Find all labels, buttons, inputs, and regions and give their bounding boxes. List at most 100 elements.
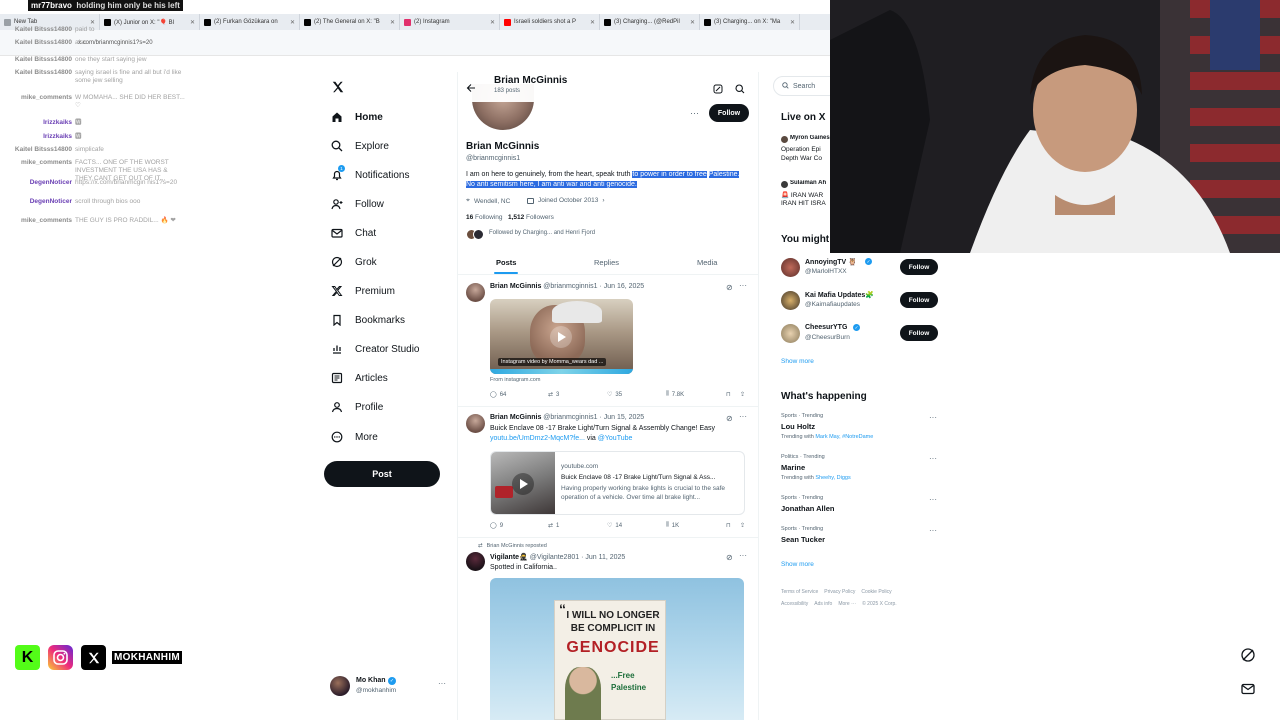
browser-tab[interactable]: (2) Furkan Gözükara on ✕ xyxy=(200,14,300,30)
browser-tab[interactable]: (3) Charging... on X: "Ma ✕ xyxy=(700,14,800,30)
tweet-date[interactable]: Jun 15, 2025 xyxy=(604,414,644,421)
close-tab-icon[interactable]: ✕ xyxy=(90,19,95,26)
footer-link[interactable]: Ads info xyxy=(814,601,832,607)
profile-more-icon[interactable]: ··· xyxy=(690,108,699,118)
tweet-more-icon[interactable]: ··· xyxy=(739,281,747,290)
trend-item[interactable]: Politics · Trending Marine Trending with S… xyxy=(781,454,941,484)
views-button[interactable]: ⫼ 7.8K xyxy=(666,391,684,398)
nav-item-articles[interactable]: Articles xyxy=(331,367,388,389)
tab-posts[interactable]: Posts xyxy=(493,258,519,274)
tweet-link[interactable]: youtu.be/UmDmz2-MqcM?fe... xyxy=(490,435,585,442)
tweet-author-name[interactable]: Brian McGinnis xyxy=(490,283,541,290)
show-more-link[interactable]: Show more xyxy=(781,358,814,365)
follow-suggestion[interactable]: CheesurYTG ✓ @CheesurBurn Follow xyxy=(781,323,941,345)
follow-suggestion[interactable]: AnnoyingTV 🦉 ✓ @MarlolHTXX Follow xyxy=(781,257,941,279)
bookmark-icon[interactable]: ⊓ xyxy=(726,522,731,529)
grok-floating-icon[interactable] xyxy=(1240,647,1256,663)
trend-more-icon[interactable]: ··· xyxy=(929,495,937,504)
account-more-icon[interactable]: ··· xyxy=(438,679,446,688)
share-icon[interactable]: ⇪ xyxy=(740,522,745,529)
back-arrow-icon[interactable] xyxy=(466,80,476,92)
tweet-media-card[interactable]: Instagram video by Momma_wears dad ... xyxy=(490,299,633,374)
tweet-more-icon[interactable]: ··· xyxy=(739,412,747,421)
nav-item-premium[interactable]: Premium xyxy=(331,280,395,302)
grok-icon[interactable]: ⊘ xyxy=(726,414,733,423)
close-tab-icon[interactable]: ✕ xyxy=(390,19,395,26)
suggestion-follow-button[interactable]: Follow xyxy=(900,292,938,308)
footer-link[interactable]: © 2025 X Corp. xyxy=(862,601,897,607)
nav-item-more[interactable]: More xyxy=(331,426,378,448)
repost-button[interactable]: ⇄ 3 xyxy=(548,391,559,399)
trend-with-terms[interactable]: Sheehy, Diggs xyxy=(815,475,850,481)
suggestion-follow-button[interactable]: Follow xyxy=(900,325,938,341)
tab-media[interactable]: Media xyxy=(697,258,717,267)
views-button[interactable]: ⫼ 1K xyxy=(666,522,679,529)
close-tab-icon[interactable]: ✕ xyxy=(690,19,695,26)
trend-with-terms[interactable]: Mark May, #NotreDame xyxy=(815,434,873,440)
grok-icon[interactable]: ⊘ xyxy=(726,553,733,562)
nav-item-bookmarks[interactable]: Bookmarks xyxy=(331,309,405,331)
tweet-avatar[interactable] xyxy=(466,283,485,302)
footer-link[interactable]: More ··· xyxy=(838,601,856,607)
close-tab-icon[interactable]: ✕ xyxy=(190,19,195,26)
trend-more-icon[interactable]: ··· xyxy=(929,526,937,535)
nav-item-profile[interactable]: Profile xyxy=(331,396,383,418)
footer-link[interactable]: Accessibility xyxy=(781,601,808,607)
tab-replies[interactable]: Replies xyxy=(594,258,619,267)
trend-item[interactable]: Sports · Trending Lou Holtz Trending with … xyxy=(781,413,941,443)
trend-more-icon[interactable]: ··· xyxy=(929,454,937,463)
link-card[interactable]: youtube.com Buick Enclave 08 -17 Brake L… xyxy=(490,451,745,515)
footer-link[interactable]: Privacy Policy xyxy=(824,589,855,595)
tweet[interactable]: Brian McGinnis @brianmcginnis1 · Jun 16,… xyxy=(458,279,758,404)
browser-tab[interactable]: Israeli soldiers shot a P ✕ xyxy=(500,14,600,30)
tweet-author-handle[interactable]: @Vigilante2801 xyxy=(530,554,579,561)
nav-item-home[interactable]: Home xyxy=(331,106,383,128)
like-button[interactable]: ♡ 14 xyxy=(607,522,622,530)
tweet-author-name[interactable]: Brian McGinnis xyxy=(490,414,541,421)
grok-icon[interactable]: ⊘ xyxy=(726,283,733,292)
share-icon[interactable]: ⇪ xyxy=(740,391,745,398)
account-switcher[interactable]: Mo Khan ✓ @mokhanhim ··· xyxy=(330,674,450,698)
suggestion-follow-button[interactable]: Follow xyxy=(900,259,938,275)
repost-button[interactable]: ⇄ 1 xyxy=(548,522,559,530)
bookmark-icon[interactable]: ⊓ xyxy=(726,391,731,398)
profile-follow-button[interactable]: Follow xyxy=(709,104,749,122)
tweet-more-icon[interactable]: ··· xyxy=(739,551,747,560)
footer-link[interactable]: Terms of Service xyxy=(781,589,818,595)
live-item[interactable]: Sulaiman Ah 🚨 IRAN WAR IRAN HIT ISRA xyxy=(781,180,831,216)
close-tab-icon[interactable]: ✕ xyxy=(790,19,795,26)
tweet-image[interactable]: “ I WILL NO LONGER BE COMPLICIT IN GENOC… xyxy=(490,578,744,720)
tweet-author-name[interactable]: Vigilante🥷 xyxy=(490,554,528,561)
nav-item-chat[interactable]: Chat xyxy=(331,222,376,244)
like-button[interactable]: ♡ 35 xyxy=(607,391,622,399)
close-tab-icon[interactable]: ✕ xyxy=(590,19,595,26)
nav-item-notifications[interactable]: 1 Notifications xyxy=(331,164,409,186)
reply-button[interactable]: ◯ 9 xyxy=(490,522,503,530)
close-tab-icon[interactable]: ✕ xyxy=(290,19,295,26)
tweet-avatar[interactable] xyxy=(466,552,485,571)
tweet-date[interactable]: Jun 11, 2025 xyxy=(585,554,625,561)
tweet-avatar[interactable] xyxy=(466,414,485,433)
close-tab-icon[interactable]: ✕ xyxy=(490,19,495,26)
followers-link[interactable]: 1,512 Followers xyxy=(508,214,554,221)
trend-item[interactable]: Sports · Trending Jonathan Allen ··· xyxy=(781,495,941,525)
tweet-date[interactable]: Jun 16, 2025 xyxy=(604,283,644,290)
tweet-media-source[interactable]: From instagram.com xyxy=(490,377,540,383)
tweet-author-handle[interactable]: @brianmcginnis1 xyxy=(543,283,597,290)
grok-analyze-icon[interactable] xyxy=(713,81,723,94)
browser-tab[interactable]: (3) Charging... (@RedPil ✕ xyxy=(600,14,700,30)
repost-indicator-text[interactable]: Brian McGinnis reposted xyxy=(487,543,547,549)
tweet-author-handle[interactable]: @brianmcginnis1 xyxy=(543,414,597,421)
followed-by-text[interactable]: Followed by Charging... and Henri Fjord xyxy=(489,230,595,236)
nav-item-creator-studio[interactable]: Creator Studio xyxy=(331,338,419,360)
live-item[interactable]: Myron Gaines Operation Epi Depth War Co xyxy=(781,135,831,171)
browser-tab[interactable]: (2) Instagram ✕ xyxy=(400,14,500,30)
messages-floating-icon[interactable] xyxy=(1240,681,1256,697)
tweet-link-mention[interactable]: @YouTube xyxy=(598,435,633,442)
tweet[interactable]: ⇄ Brian McGinnis reposted Vigilante🥷 @Vig… xyxy=(458,540,758,720)
reply-button[interactable]: ◯ 64 xyxy=(490,391,506,399)
nav-item-follow[interactable]: Follow xyxy=(331,193,384,215)
follow-suggestion[interactable]: Kai Mafia Updates🧩 @Kaimafiaupdates Follow xyxy=(781,290,941,312)
following-link[interactable]: 16 Following xyxy=(466,214,503,221)
play-icon[interactable] xyxy=(550,326,572,348)
